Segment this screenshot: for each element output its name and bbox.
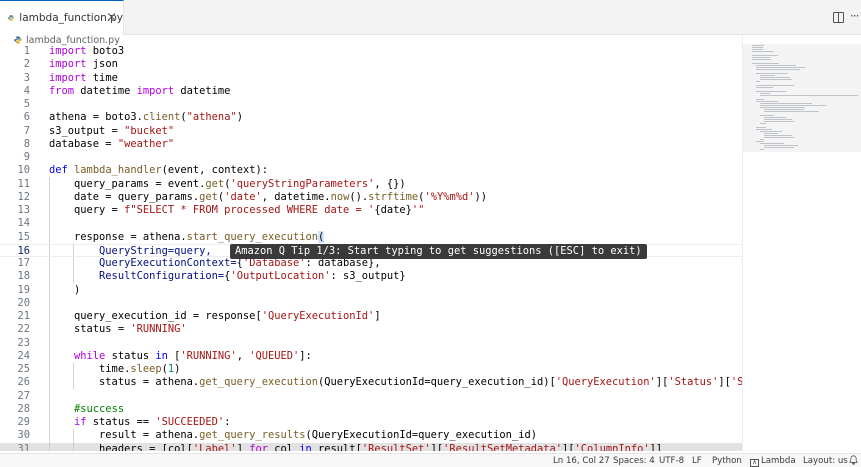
code-line: 25 time.sleep(1) [0, 363, 742, 376]
minimap-slider[interactable] [743, 44, 861, 152]
encoding[interactable]: UTF-8 [659, 455, 684, 467]
code-line: 12 date = query_params.get('date', datet… [0, 191, 742, 204]
code-line: 6 athena = boto3.client("athena") [0, 111, 742, 124]
line-number: 25 [17, 363, 30, 375]
line-number: 30 [17, 429, 30, 442]
code-line: 27 [0, 390, 742, 403]
code-line: 1 import boto3 [0, 45, 742, 58]
line-number: 15 [17, 230, 30, 243]
code-line: 5 [0, 98, 742, 111]
code-line: 18 ResultConfiguration={'OutputLocation'… [0, 270, 742, 283]
amazon-q-tip: Amazon Q Tip 1/3: Start typing to get su… [230, 244, 647, 259]
line-number: 2 [23, 58, 30, 71]
line-number: 18 [17, 270, 30, 283]
line-number: 13 [17, 204, 30, 216]
code-line: 10 def lambda_handler(event, context): [0, 164, 742, 177]
code-line: 26 status = athena.get_query_execution(Q… [0, 376, 742, 389]
code-line: 15 response = athena.start_query_executi… [0, 230, 742, 244]
keyboard-layout[interactable]: Layout: us [803, 455, 848, 467]
code-line: 3 import time [0, 72, 742, 85]
code-line: 11 query_params = event.get('queryString… [0, 178, 742, 191]
python-file-icon [8, 15, 15, 21]
line-number: 16 [17, 244, 30, 257]
line-number: 7 [23, 124, 30, 137]
line-number: 4 [23, 84, 30, 97]
language-mode[interactable]: Python [712, 455, 742, 467]
line-number: 29 [17, 416, 30, 428]
code-line: 20 [0, 297, 742, 310]
code-line: 30 result = athena.get_query_results(Que… [0, 429, 742, 442]
tab-lambda-function[interactable]: lambda_function.py × [0, 0, 124, 35]
bell-icon[interactable] [849, 455, 858, 467]
line-number: 3 [23, 71, 30, 84]
line-number: 9 [23, 151, 30, 163]
line-number: 5 [23, 98, 30, 110]
line-number: 27 [17, 389, 30, 402]
code-line: 14 [0, 217, 742, 230]
line-number: 11 [17, 177, 30, 190]
more-actions-icon[interactable]: ··· [850, 9, 860, 23]
line-number: 6 [23, 111, 30, 124]
code-line: 24 while status in ['RUNNING', 'QUEUED']… [0, 350, 742, 363]
code-line: 23 [0, 337, 742, 350]
split-editor-icon[interactable] [833, 12, 844, 23]
line-number: 10 [17, 164, 30, 177]
cursor-position[interactable]: Ln 16, Col 27 [553, 455, 610, 467]
code-line: 8 database = "weather" [0, 138, 742, 151]
status-bar: Ln 16, Col 27 Spaces: 4 UTF-8 LF Python … [0, 453, 861, 467]
code-line: 2 import json [0, 58, 742, 71]
line-number: 14 [17, 217, 30, 230]
line-number: 22 [17, 323, 30, 336]
line-number: 12 [17, 190, 30, 203]
close-icon[interactable]: × [106, 10, 117, 26]
line-number: 1 [23, 45, 30, 57]
breadcrumb-file: lambda_function.py [26, 34, 120, 46]
code-line: 13 query = f"SELECT * FROM processed WHE… [0, 204, 742, 217]
line-number: 8 [23, 137, 30, 150]
code-line: 9 [0, 151, 742, 164]
minimap[interactable] [742, 35, 861, 451]
line-number: 20 [17, 296, 30, 309]
line-number: 19 [17, 283, 30, 296]
line-number: 28 [17, 402, 30, 415]
code-line: 4 from datetime import datetime [0, 85, 742, 98]
line-number: 21 [17, 310, 30, 322]
code-line: 22 status = 'RUNNING' [0, 323, 742, 336]
line-number: 31 [17, 442, 30, 452]
code-line: 19 ) [0, 284, 742, 297]
lambda-label: Lambda [761, 456, 796, 466]
line-number: 23 [17, 336, 30, 349]
code-line: 21 query_execution_id = response['QueryE… [0, 310, 742, 323]
code-line: 7 s3_output = "bucket" [0, 125, 742, 138]
notifications-icon [849, 455, 858, 465]
line-number: 17 [17, 257, 30, 269]
python-file-icon [14, 36, 22, 44]
code-line: 29 if status == 'SUCCEEDED': [0, 416, 742, 429]
indentation[interactable]: Spaces: 4 [613, 455, 655, 467]
lambda-icon: λ [750, 459, 759, 467]
line-number: 24 [17, 349, 30, 362]
lambda-status[interactable]: λ Lambda [750, 455, 796, 467]
line-number: 26 [17, 376, 30, 389]
tab-bar: lambda_function.py × ··· [0, 0, 861, 35]
code-line: 28 #success [0, 403, 742, 416]
end-of-line[interactable]: LF [692, 455, 702, 467]
code-line: 31 headers = [col['Label'] for col in re… [0, 442, 742, 452]
